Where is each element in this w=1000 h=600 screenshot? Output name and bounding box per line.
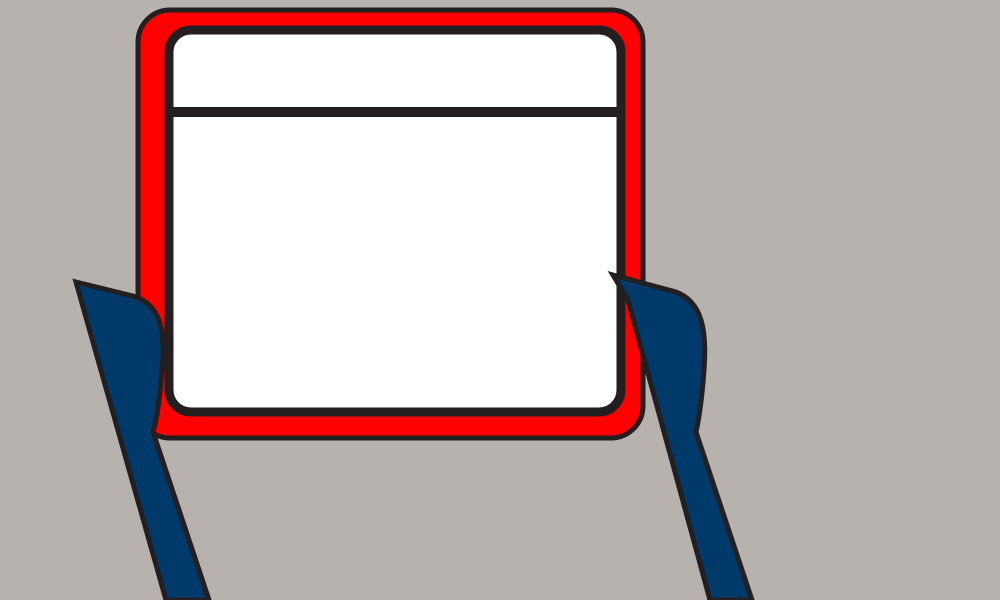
- illustration-scene: [0, 0, 1000, 600]
- illustration-svg: [0, 0, 1000, 600]
- window-pane: [164, 25, 626, 417]
- window-icon: [135, 7, 646, 441]
- window-titlebar-divider: [169, 107, 621, 117]
